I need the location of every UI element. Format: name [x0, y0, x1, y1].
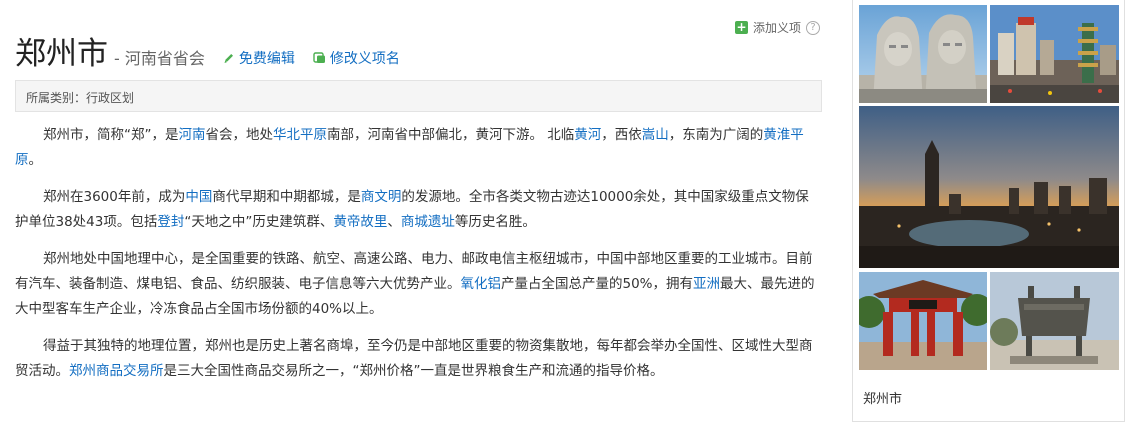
- paragraph-text: 商代早期和中期都城，是: [212, 189, 361, 205]
- paragraph-text: “天地之中”历史建筑群、: [184, 214, 334, 230]
- category-text: 所属类别：行政区划: [26, 91, 135, 105]
- page-title: 郑州市: [15, 36, 108, 72]
- edit-button[interactable]: 免费编辑: [223, 48, 295, 68]
- rename-button-label: 修改义项名: [329, 50, 400, 67]
- inline-link[interactable]: 黄帝故里: [333, 214, 387, 230]
- page: 郑州市 - 河南省省会 免费编辑 修改义项名 + 添加义项 ? 所属类别：行政区…: [0, 0, 1125, 422]
- inline-link[interactable]: 中国: [185, 189, 212, 205]
- paragraph-text: 郑州市，简称“郑”，是: [43, 127, 179, 143]
- page-subtitle: - 河南省省会: [114, 49, 205, 68]
- help-icon[interactable]: ?: [806, 20, 820, 35]
- paragraph-text: 。: [28, 152, 43, 168]
- inline-link[interactable]: 商城遗址: [401, 214, 455, 230]
- inline-link[interactable]: 河南: [179, 127, 206, 143]
- inline-link[interactable]: 亚洲: [693, 276, 720, 292]
- paragraph-text: 产量占全国总产量的50%，拥有: [501, 276, 694, 292]
- plus-icon: +: [734, 20, 748, 34]
- inline-link[interactable]: 嵩山: [642, 127, 669, 143]
- title-row: 郑州市 - 河南省省会 免费编辑 修改义项名: [15, 28, 400, 72]
- inline-link[interactable]: 商文明: [361, 189, 402, 205]
- summary-paragraph: 郑州在3600年前，成为中国商代早期和中期都城，是商文明的发源地。全市各类文物古…: [15, 185, 820, 235]
- edit-button-label: 免费编辑: [238, 51, 295, 67]
- inline-link[interactable]: 登封: [157, 214, 184, 230]
- rename-icon: [313, 52, 325, 63]
- inline-link[interactable]: 氧化铝: [461, 276, 502, 292]
- paragraph-text: 等历史名胜。: [454, 214, 536, 230]
- album-photo[interactable]: [859, 272, 987, 370]
- album-photo-main[interactable]: [859, 106, 1119, 268]
- album-photo[interactable]: [990, 5, 1119, 103]
- album-caption[interactable]: 郑州市: [863, 388, 902, 407]
- inline-link[interactable]: 黄河: [574, 127, 601, 143]
- summary-paragraph: 得益于其独特的地理位置，郑州也是历史上著名商埠，至今仍是中部地区重要的物资集散地…: [15, 334, 820, 384]
- album-photo[interactable]: [990, 272, 1119, 370]
- summary-paragraph: 郑州市，简称“郑”，是河南省会，地处华北平原南部，河南省中部偏北，黄河下游。 北…: [15, 123, 820, 173]
- inline-link[interactable]: 华北平原: [273, 127, 327, 143]
- album-photo[interactable]: [859, 5, 987, 103]
- paragraph-text: 郑州在3600年前，成为: [43, 189, 186, 205]
- rename-button[interactable]: 修改义项名: [313, 48, 400, 68]
- paragraph-text: 省会，地处: [205, 127, 274, 143]
- add-term-label: 添加义项: [752, 21, 801, 35]
- paragraph-text: 是三大全国性商品交易所之一，“郑州价格”一直是世界粮食生产和流通的指导价格。: [163, 363, 664, 379]
- paragraph-text: 、: [387, 214, 401, 230]
- paragraph-text: ，西依: [601, 127, 642, 143]
- pencil-icon: [224, 54, 233, 63]
- inline-link[interactable]: 郑州商品交易所: [69, 363, 164, 379]
- add-term-button[interactable]: + 添加义项 ?: [734, 19, 820, 36]
- category-bar: 所属类别：行政区划: [15, 80, 822, 112]
- album-panel: 郑州市: [852, 0, 1125, 422]
- paragraph-text: ，东南为广阔的: [668, 127, 764, 143]
- summary-content: 郑州市，简称“郑”，是河南省会，地处华北平原南部，河南省中部偏北，黄河下游。 北…: [15, 123, 820, 396]
- summary-paragraph: 郑州地处中国地理中心，是全国重要的铁路、航空、高速公路、电力、邮政电信主枢纽城市…: [15, 247, 820, 322]
- paragraph-text: 南部，河南省中部偏北，黄河下游。 北临: [327, 127, 575, 143]
